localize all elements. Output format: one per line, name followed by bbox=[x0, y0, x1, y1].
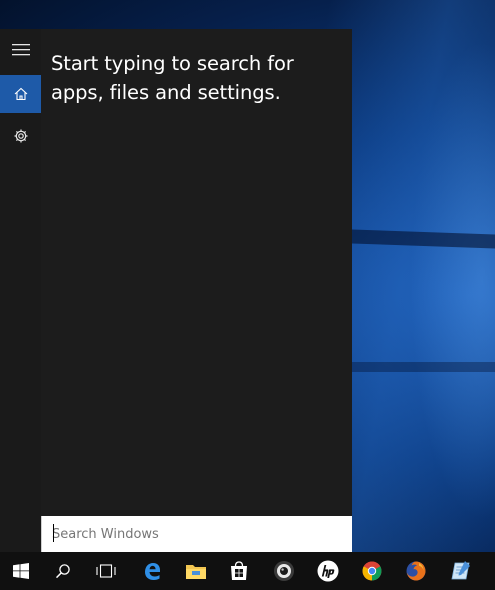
left-rail bbox=[0, 29, 41, 552]
search-icon bbox=[55, 564, 70, 579]
text-caret bbox=[53, 524, 54, 542]
store-icon bbox=[231, 561, 247, 580]
hamburger-menu-button[interactable] bbox=[0, 32, 41, 68]
chrome-button[interactable] bbox=[351, 552, 393, 590]
search-prompt: Start typing to search for apps, files a… bbox=[51, 49, 341, 107]
start-button[interactable] bbox=[0, 552, 42, 590]
hamburger-menu-icon bbox=[11, 44, 30, 56]
search-prompt-line-2: apps, files and settings. bbox=[51, 81, 281, 104]
folder-icon bbox=[186, 565, 206, 579]
store-button[interactable] bbox=[218, 552, 260, 590]
windows-logo-icon bbox=[13, 563, 29, 579]
taskbar bbox=[0, 552, 495, 590]
task-view-button[interactable] bbox=[85, 552, 127, 590]
settings-button[interactable] bbox=[0, 118, 41, 154]
home-icon bbox=[14, 87, 27, 101]
search-button[interactable] bbox=[42, 552, 84, 590]
search-start-panel: Start typing to search for apps, files a… bbox=[0, 29, 352, 552]
webcam-icon bbox=[274, 561, 294, 581]
search-content-area: Start typing to search for apps, files a… bbox=[41, 29, 352, 516]
hp-icon bbox=[317, 560, 339, 582]
wallpaper-pane-divider bbox=[352, 362, 495, 372]
search-input[interactable] bbox=[52, 519, 352, 549]
notepad-button[interactable] bbox=[440, 552, 482, 590]
firefox-icon bbox=[406, 561, 426, 581]
chrome-icon bbox=[362, 561, 382, 581]
edge-icon bbox=[145, 563, 160, 580]
wallpaper-glow bbox=[410, 40, 495, 520]
webcam-app-button[interactable] bbox=[263, 552, 305, 590]
home-button[interactable] bbox=[0, 75, 41, 113]
task-view-icon bbox=[96, 564, 116, 578]
search-prompt-line-1: Start typing to search for bbox=[51, 52, 294, 75]
firefox-button[interactable] bbox=[395, 552, 437, 590]
file-explorer-button[interactable] bbox=[175, 552, 217, 590]
hp-button[interactable] bbox=[307, 552, 349, 590]
notepad-icon bbox=[451, 561, 470, 580]
edge-button[interactable] bbox=[131, 552, 173, 590]
gear-icon bbox=[14, 129, 27, 143]
search-box[interactable] bbox=[41, 516, 352, 552]
